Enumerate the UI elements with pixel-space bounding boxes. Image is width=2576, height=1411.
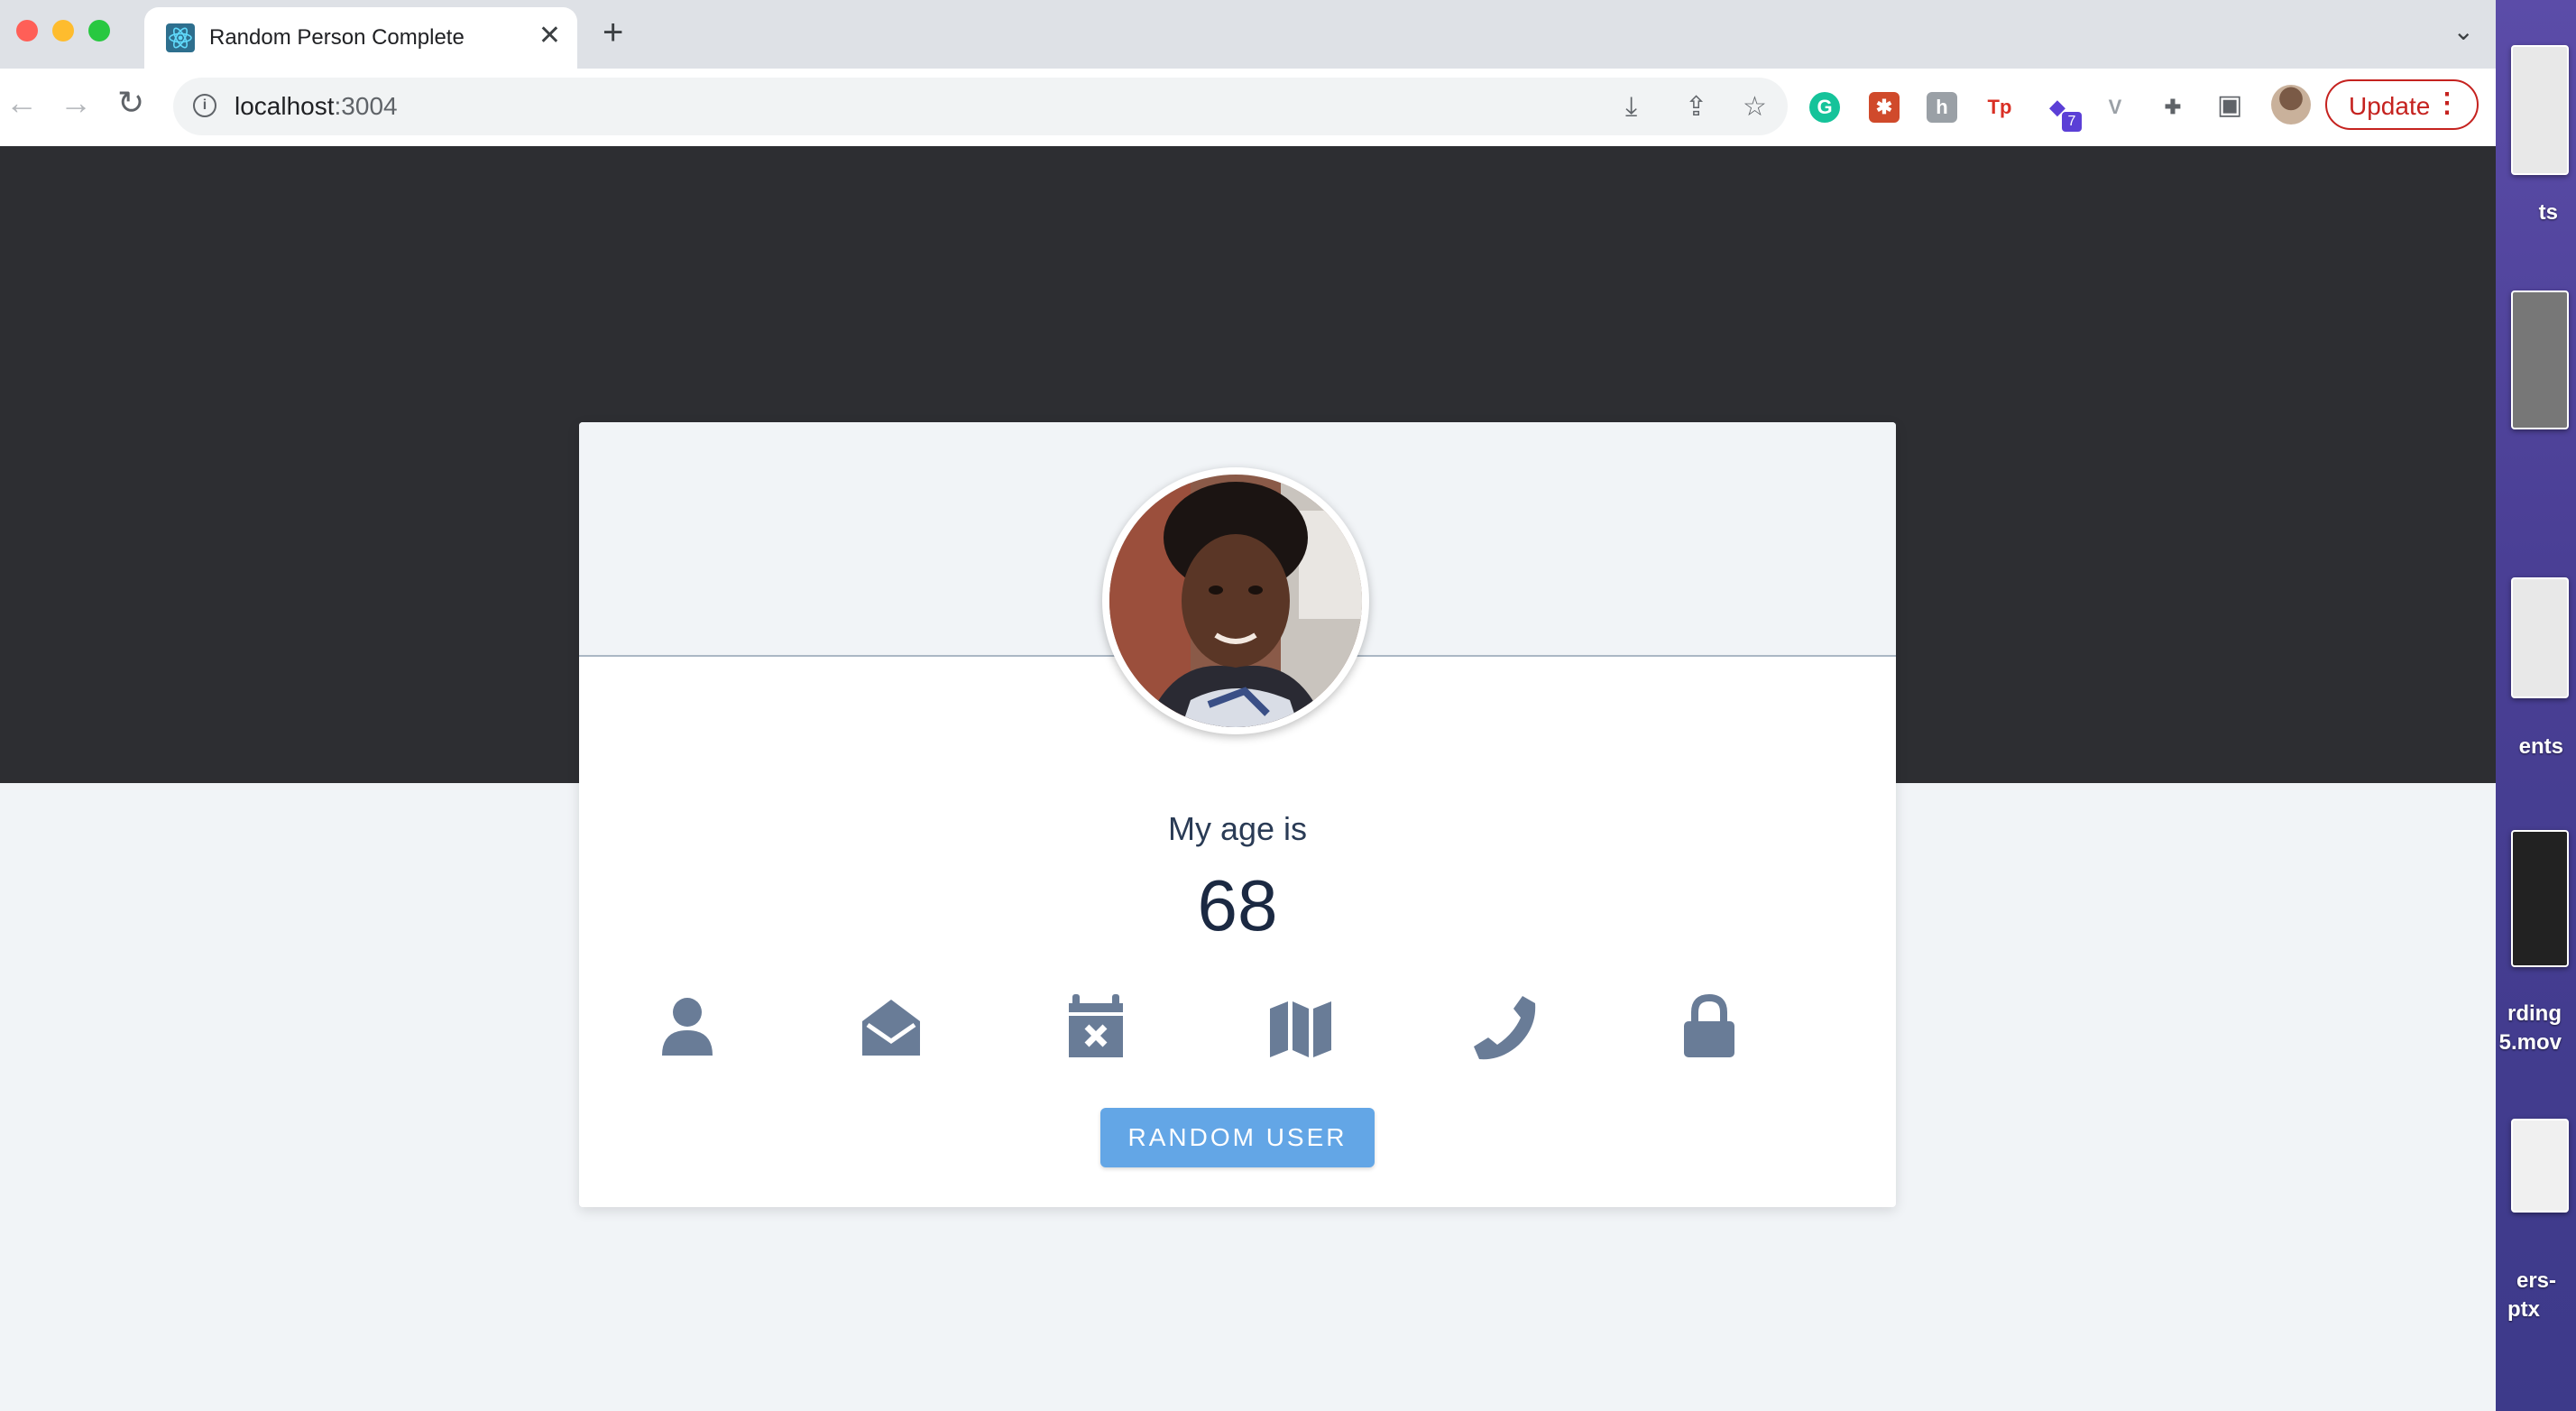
toolbar: ← → ↻ i localhost:3004 ⤓ ⇪ ☆ G ✱ h Tp ◆ … bbox=[0, 69, 2496, 148]
envelope-open-icon[interactable] bbox=[855, 991, 927, 1063]
page-content: My age is 68 RANDOM USER bbox=[0, 146, 2496, 1411]
desktop-item-label-3: rding bbox=[2507, 1001, 2562, 1026]
browser-window: Random Person Complete ✕ + ⌄ ← → ↻ i loc… bbox=[0, 0, 2496, 1411]
update-label: Update bbox=[2349, 92, 2431, 120]
extension-badge: 7 bbox=[2062, 112, 2082, 132]
share-icon[interactable]: ⇪ bbox=[1685, 94, 1707, 121]
site-info-icon[interactable]: i bbox=[193, 94, 216, 117]
forward-button[interactable]: → bbox=[60, 87, 92, 119]
phone-icon[interactable] bbox=[1468, 991, 1541, 1063]
url-host: localhost bbox=[235, 92, 335, 120]
vue-extension-icon[interactable]: V bbox=[2100, 92, 2130, 123]
desktop-photo-stack[interactable] bbox=[2511, 290, 2569, 429]
minimize-window-button[interactable] bbox=[52, 20, 74, 42]
url-text[interactable]: localhost:3004 bbox=[235, 92, 398, 121]
close-tab-icon[interactable]: ✕ bbox=[538, 20, 561, 51]
bookmark-star-icon[interactable]: ☆ bbox=[1743, 94, 1767, 121]
desktop-video-thumbnail[interactable] bbox=[2511, 830, 2569, 967]
new-tab-button[interactable]: + bbox=[603, 14, 623, 51]
address-bar[interactable]: i localhost:3004 ⤓ ⇪ ☆ bbox=[173, 78, 1788, 135]
age-value: 68 bbox=[1197, 865, 1278, 945]
profile-avatar[interactable] bbox=[2271, 85, 2311, 124]
zoom-window-button[interactable] bbox=[88, 20, 110, 42]
desktop-item-label-5: ers- bbox=[2516, 1268, 2556, 1293]
side-panel-icon[interactable]: ▣ bbox=[2217, 92, 2242, 119]
user-card: My age is 68 RANDOM USER bbox=[579, 422, 1896, 1207]
close-window-button[interactable] bbox=[16, 20, 38, 42]
menu-dots-icon[interactable]: ⋮ bbox=[2433, 90, 2461, 117]
update-button[interactable]: Update ⋮ bbox=[2325, 79, 2479, 130]
desktop-item-label-6: ptx bbox=[2507, 1297, 2540, 1322]
tab-search-chevron-icon[interactable]: ⌄ bbox=[2453, 16, 2474, 46]
extension-gray-icon[interactable]: h bbox=[1927, 92, 1957, 123]
lock-icon[interactable] bbox=[1673, 991, 1745, 1063]
tp-extension-icon[interactable]: Tp bbox=[1984, 92, 2015, 123]
info-icon-row bbox=[651, 991, 1824, 1063]
desktop-item-label-2: ents bbox=[2518, 734, 2563, 759]
user-icon[interactable] bbox=[651, 991, 723, 1063]
install-icon[interactable]: ⤓ bbox=[1625, 94, 1637, 121]
extension-red-icon[interactable]: ✱ bbox=[1869, 92, 1900, 123]
url-port: :3004 bbox=[334, 92, 398, 120]
back-button[interactable]: ← bbox=[5, 87, 38, 119]
react-icon bbox=[166, 23, 195, 52]
puzzle-extensions-icon[interactable]: ✚ bbox=[2157, 92, 2188, 123]
desktop-item-label-4: 5.mov bbox=[2498, 1030, 2562, 1055]
tab-random-person[interactable]: Random Person Complete ✕ bbox=[144, 7, 577, 69]
calendar-x-icon[interactable] bbox=[1060, 991, 1132, 1063]
user-photo bbox=[1102, 467, 1369, 734]
random-user-button[interactable]: RANDOM USER bbox=[1100, 1108, 1375, 1167]
map-icon[interactable] bbox=[1265, 991, 1337, 1063]
extensions-group: G ✱ h Tp ◆ 7 V ✚ bbox=[1802, 79, 2199, 135]
desktop-pptx-thumbnail[interactable] bbox=[2511, 1119, 2569, 1213]
desktop-background: ts ents rding 5.mov ers- ptx bbox=[2496, 0, 2576, 1411]
desktop-file-thumbnail[interactable] bbox=[2511, 45, 2569, 175]
age-title: My age is bbox=[1167, 810, 1308, 847]
grammarly-extension-icon[interactable]: G bbox=[1809, 92, 1840, 123]
desktop-file-thumbnail[interactable] bbox=[2511, 577, 2569, 698]
tab-strip: Random Person Complete ✕ + ⌄ bbox=[0, 0, 2496, 69]
desktop-item-label-1: ts bbox=[2538, 200, 2558, 225]
tab-title: Random Person Complete bbox=[209, 25, 465, 50]
user-photo-image bbox=[1109, 475, 1362, 727]
reload-button[interactable]: ↻ bbox=[117, 87, 144, 119]
